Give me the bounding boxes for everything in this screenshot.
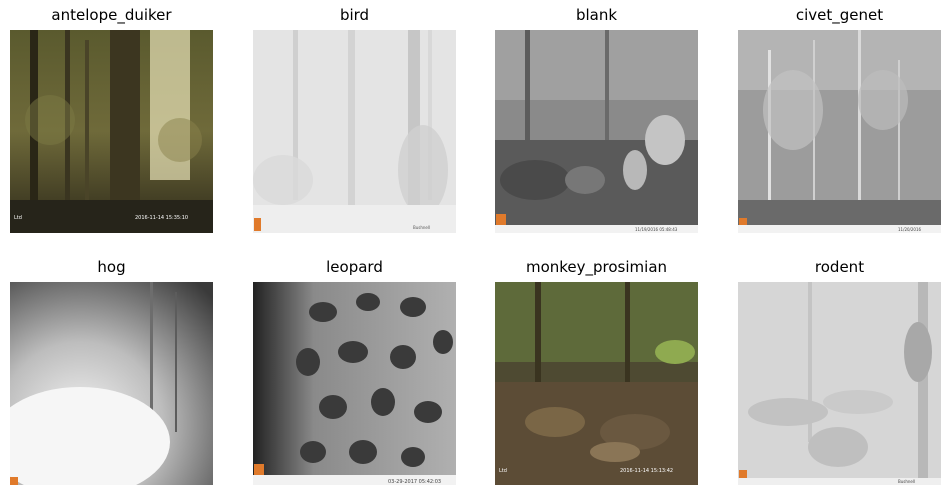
svg-text:11/19/2016 05:48:43: 11/19/2016 05:48:43 bbox=[635, 227, 678, 232]
svg-text:Ltd: Ltd bbox=[499, 468, 507, 474]
camera-trap-photo: 03-29-2017 05:42:03 bbox=[253, 282, 456, 485]
panel-blank: blank 11/19/2016 05:48:43 bbox=[495, 0, 698, 240]
panel-title: leopard bbox=[326, 258, 383, 276]
panel-rodent: rodent Bushnell bbox=[738, 252, 941, 492]
panel-bird: bird Bushnell bbox=[253, 0, 456, 240]
camera-trap-photo: 11/20/2016 bbox=[738, 30, 941, 233]
panel-title: civet_genet bbox=[795, 6, 884, 24]
camera-trap-photo: Bushnell bbox=[253, 30, 456, 233]
panel-title: antelope_duiker bbox=[51, 6, 172, 24]
panel-title: rodent bbox=[814, 258, 865, 276]
svg-text:2016-11-14 15:35:10: 2016-11-14 15:35:10 bbox=[135, 215, 188, 221]
svg-text:Bushnell: Bushnell bbox=[413, 225, 430, 230]
camera-trap-photo: Bushnell bbox=[738, 282, 941, 485]
panel-title: monkey_prosimian bbox=[525, 258, 668, 276]
camera-trap-photo: Ltd 2016-11-14 15:35:10 bbox=[10, 30, 213, 233]
svg-text:Ltd: Ltd bbox=[14, 215, 22, 221]
panel-title: blank bbox=[575, 6, 618, 24]
svg-text:2016-11-14 15:13:42: 2016-11-14 15:13:42 bbox=[620, 468, 673, 474]
svg-text:Bushnell: Bushnell bbox=[898, 479, 915, 484]
svg-text:11/20/2016: 11/20/2016 bbox=[898, 227, 922, 232]
panel-title: hog bbox=[97, 258, 126, 276]
panel-title: bird bbox=[339, 6, 370, 24]
svg-text:03-29-2017 05:42:03: 03-29-2017 05:42:03 bbox=[388, 479, 441, 485]
camera-trap-photo: Ltd 2016-11-14 15:13:42 bbox=[495, 282, 698, 485]
panel-antelope-duiker: antelope_duiker Ltd 2016-11-14 15:35:10 bbox=[10, 0, 213, 240]
panel-monkey-prosimian: monkey_prosimian Ltd 2016-11-14 15:13:42 bbox=[495, 252, 698, 492]
panel-leopard: leopard 03-29-2017 05:42:03 bbox=[253, 252, 456, 492]
camera-trap-photo: 11/19/2016 05:48:43 bbox=[495, 30, 698, 233]
camera-trap-photo bbox=[10, 282, 213, 485]
panel-hog: hog bbox=[10, 252, 213, 492]
panel-civet-genet: civet_genet 11/20/2016 bbox=[738, 0, 941, 240]
